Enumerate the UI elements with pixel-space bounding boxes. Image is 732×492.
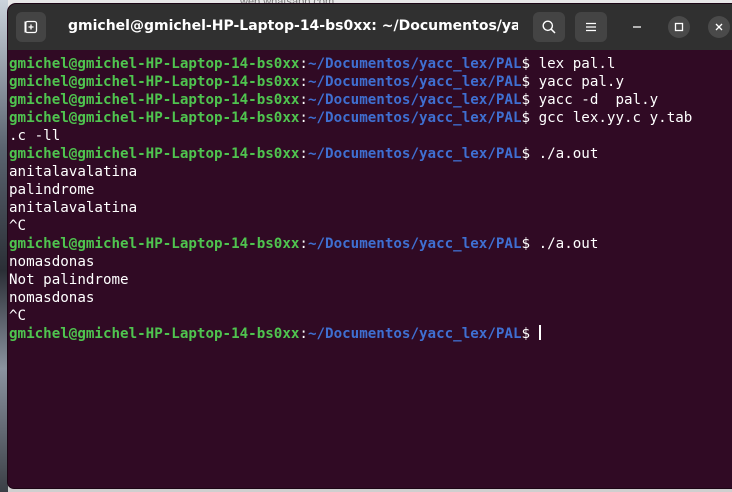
prompt-symbol: $ xyxy=(521,74,531,90)
output-line: ^C xyxy=(9,307,732,325)
prompt-user-host: gmichel@gmichel-HP-Laptop-14-bs0xx xyxy=(9,92,300,108)
prompt-separator: : xyxy=(299,326,308,342)
prompt-user-host: gmichel@gmichel-HP-Laptop-14-bs0xx xyxy=(9,236,300,252)
output-text: palindrome xyxy=(9,182,95,198)
prompt-symbol: $ xyxy=(521,92,531,108)
window-title: gmichel@gmichel-HP-Laptop-14-bs0xx: ~/Do… xyxy=(68,18,518,34)
prompt-path: ~/Documentos/yacc_lex/PAL xyxy=(307,236,522,252)
command-text: gcc lex.yy.c y.tab xyxy=(530,110,693,126)
background-window-strip xyxy=(0,0,8,492)
output-text: anitalavalatina xyxy=(9,164,138,180)
hamburger-menu-icon xyxy=(586,22,596,32)
prompt-separator: : xyxy=(299,236,308,252)
prompt-symbol: $ xyxy=(521,236,531,252)
text-cursor xyxy=(538,325,541,340)
minimize-icon xyxy=(633,26,641,28)
prompt-path: ~/Documentos/yacc_lex/PAL xyxy=(307,56,522,72)
prompt-path: ~/Documentos/yacc_lex/PAL xyxy=(307,92,522,108)
menu-button[interactable] xyxy=(575,12,607,42)
prompt-line: gmichel@gmichel-HP-Laptop-14-bs0xx:~/Doc… xyxy=(9,145,732,163)
maximize-icon xyxy=(674,22,684,32)
output-line: anitalavalatina xyxy=(9,199,732,217)
prompt-user-host: gmichel@gmichel-HP-Laptop-14-bs0xx xyxy=(9,74,300,90)
prompt-separator: : xyxy=(299,110,308,126)
command-text: lex pal.l xyxy=(530,56,616,72)
minimize-button[interactable] xyxy=(626,16,648,38)
command-text: ./a.out xyxy=(530,146,599,162)
prompt-symbol: $ xyxy=(521,146,531,162)
output-line: ^C xyxy=(9,217,732,235)
command-text: yacc -d pal.y xyxy=(530,92,659,108)
command-text xyxy=(530,326,539,342)
prompt-line: gmichel@gmichel-HP-Laptop-14-bs0xx:~/Doc… xyxy=(9,73,732,91)
terminal-output[interactable]: gmichel@gmichel-HP-Laptop-14-bs0xx:~/Doc… xyxy=(8,50,732,488)
output-text: nomasdonas xyxy=(9,290,95,306)
prompt-symbol: $ xyxy=(521,110,531,126)
prompt-separator: : xyxy=(299,74,308,90)
prompt-path: ~/Documentos/yacc_lex/PAL xyxy=(307,110,522,126)
title-bar[interactable]: gmichel@gmichel-HP-Laptop-14-bs0xx: ~/Do… xyxy=(8,4,732,50)
output-text: nomasdonas xyxy=(9,254,95,270)
output-text: ^C xyxy=(9,308,27,324)
prompt-separator: : xyxy=(299,92,308,108)
output-text: .c -ll xyxy=(9,128,61,144)
close-button[interactable] xyxy=(708,16,730,38)
prompt-path: ~/Documentos/yacc_lex/PAL xyxy=(307,146,522,162)
output-line: palindrome xyxy=(9,181,732,199)
prompt-line: gmichel@gmichel-HP-Laptop-14-bs0xx:~/Doc… xyxy=(9,109,732,127)
prompt-line: gmichel@gmichel-HP-Laptop-14-bs0xx:~/Doc… xyxy=(9,55,732,73)
output-text: anitalavalatina xyxy=(9,200,138,216)
search-button[interactable] xyxy=(533,12,565,42)
new-tab-icon xyxy=(24,20,38,34)
output-line: nomasdonas xyxy=(9,289,732,307)
prompt-separator: : xyxy=(299,146,308,162)
prompt-user-host: gmichel@gmichel-HP-Laptop-14-bs0xx xyxy=(9,56,300,72)
new-tab-button[interactable] xyxy=(16,12,46,42)
output-line: anitalavalatina xyxy=(9,163,732,181)
prompt-path: ~/Documentos/yacc_lex/PAL xyxy=(307,74,522,90)
output-line: nomasdonas xyxy=(9,253,732,271)
prompt-line: gmichel@gmichel-HP-Laptop-14-bs0xx:~/Doc… xyxy=(9,325,732,343)
prompt-symbol: $ xyxy=(521,326,531,342)
output-text: Not palindrome xyxy=(9,272,129,288)
prompt-symbol: $ xyxy=(521,56,531,72)
prompt-user-host: gmichel@gmichel-HP-Laptop-14-bs0xx xyxy=(9,146,300,162)
prompt-user-host: gmichel@gmichel-HP-Laptop-14-bs0xx xyxy=(9,110,300,126)
prompt-line: gmichel@gmichel-HP-Laptop-14-bs0xx:~/Doc… xyxy=(9,235,732,253)
command-text: ./a.out xyxy=(530,236,599,252)
prompt-line: gmichel@gmichel-HP-Laptop-14-bs0xx:~/Doc… xyxy=(9,91,732,109)
prompt-path: ~/Documentos/yacc_lex/PAL xyxy=(307,326,522,342)
output-text: ^C xyxy=(9,218,27,234)
maximize-button[interactable] xyxy=(668,16,690,38)
search-icon xyxy=(542,20,556,34)
terminal-window: gmichel@gmichel-HP-Laptop-14-bs0xx: ~/Do… xyxy=(8,4,732,488)
prompt-separator: : xyxy=(299,56,308,72)
output-line: Not palindrome xyxy=(9,271,732,289)
prompt-user-host: gmichel@gmichel-HP-Laptop-14-bs0xx xyxy=(9,326,300,342)
close-icon xyxy=(715,23,723,31)
command-text: yacc pal.y xyxy=(530,74,625,90)
output-line: .c -ll xyxy=(9,127,732,145)
